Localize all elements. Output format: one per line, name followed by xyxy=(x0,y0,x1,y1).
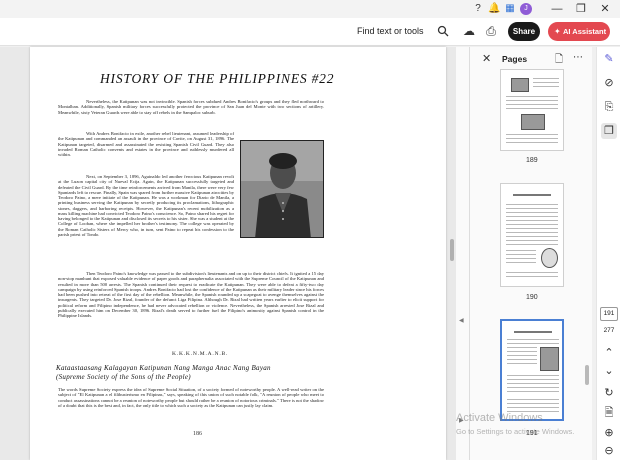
share-button[interactable]: Share xyxy=(508,22,540,41)
document-scrollbar-thumb[interactable] xyxy=(450,239,454,261)
minimize-icon[interactable]: — xyxy=(550,2,564,16)
current-page-input[interactable]: 191 xyxy=(600,307,618,321)
watermark-line-1: Activate Windows xyxy=(456,412,543,424)
activation-watermark: Activate Windows Go to Settings to activ… xyxy=(456,412,574,438)
paragraph-2: With Andres Bonifacio in exile, another … xyxy=(58,131,234,157)
upload-cloud-icon[interactable]: ☁ xyxy=(461,23,477,39)
pages-panel: ✕ Pages 🗋 ⋯ 189 190 191 xyxy=(469,47,592,460)
thumbnail-label-189: 189 xyxy=(526,157,538,164)
page-options-icon[interactable]: 🗋 xyxy=(555,52,563,69)
more-options-icon[interactable]: ⋯ xyxy=(573,52,583,63)
sparkle-icon: ✦ xyxy=(554,27,561,36)
window-title-bar: ? 🔔 ▦ J — ❐ ✕ xyxy=(0,0,620,18)
pages-panel-scrollbar-thumb[interactable] xyxy=(585,365,589,385)
thumbnail-image xyxy=(540,347,559,371)
search-icon[interactable] xyxy=(435,23,451,39)
find-text-label[interactable]: Find text or tools xyxy=(357,26,424,36)
thumbnail-seal-image xyxy=(541,248,558,268)
section-heading: K.K.K.N.M.A.N.B. xyxy=(172,351,229,357)
rotate-icon[interactable]: ↻ xyxy=(601,385,617,401)
subtitle-line-2: (Supreme Society of the Sons of the Peop… xyxy=(56,372,191,381)
document-page: HISTORY OF THE PHILIPPINES #22 Neverthel… xyxy=(30,47,446,460)
edit-tool-icon[interactable]: ✎ xyxy=(601,51,617,67)
collapse-left-arrow-icon[interactable]: ◀ xyxy=(459,317,464,324)
total-pages: 277 xyxy=(603,327,615,334)
thumbnail-image xyxy=(521,114,545,130)
bookmark-icon[interactable]: ⊘ xyxy=(601,75,617,91)
page-number: 186 xyxy=(193,431,202,437)
zoom-in-icon[interactable]: ⊕ xyxy=(601,425,617,441)
close-window-icon[interactable]: ✕ xyxy=(598,2,612,16)
thumbnail-image xyxy=(511,78,529,92)
pages-panel-scrollbar[interactable] xyxy=(584,47,591,460)
paragraph-4: Then Teodoro Paino's knowledge was passe… xyxy=(58,271,324,318)
panel-splitter[interactable]: ◀ ▶ xyxy=(456,47,469,460)
thumbnail-label-190: 190 xyxy=(526,294,538,301)
document-viewport[interactable]: HISTORY OF THE PHILIPPINES #22 Neverthel… xyxy=(0,47,456,460)
paragraph-1: Nevertheless, the Katipunan was not invi… xyxy=(58,99,324,115)
help-icon[interactable]: ? xyxy=(472,3,484,15)
print-icon[interactable]: ⎙ xyxy=(483,23,499,39)
pages-panel-title: Pages xyxy=(502,54,528,64)
section-subtitle: Kataastaasang Kalagayan Katipunan Nang M… xyxy=(56,364,271,381)
main-toolbar: Find text or tools ☁ ⎙ Share ✦ AI Assist… xyxy=(0,18,620,46)
watermark-line-2: Go to Settings to activate Windows. xyxy=(456,427,575,436)
page-down-icon[interactable]: ⌄ xyxy=(601,363,617,379)
paragraph-5: The words Supreme Society express the id… xyxy=(58,387,324,408)
close-panel-icon[interactable]: ✕ xyxy=(482,52,491,65)
right-tool-rail: ✎ ⊘ ⎘ ❐ 191 277 ⌃ ⌄ ↻ 🗎 ⊕ ⊖ xyxy=(596,47,620,460)
paragraph-3: Next, on September 3, 1896, Aguinaldo le… xyxy=(58,174,234,237)
notifications-bell-icon[interactable]: 🔔 xyxy=(488,3,500,15)
ai-assistant-button[interactable]: ✦ AI Assistant xyxy=(548,22,610,41)
subtitle-line-1: Kataastaasang Kalagayan Katipunan Nang M… xyxy=(56,364,271,372)
attachments-icon[interactable]: ⎘ xyxy=(601,99,617,115)
pages-panel-icon[interactable]: ❐ xyxy=(601,123,617,139)
restore-icon[interactable]: ❐ xyxy=(574,2,588,16)
zoom-out-icon[interactable]: ⊖ xyxy=(601,443,617,459)
apps-grid-icon[interactable]: ▦ xyxy=(504,3,516,15)
ai-assistant-label: AI Assistant xyxy=(563,27,607,36)
user-avatar[interactable]: J xyxy=(520,3,532,15)
page-thumbnail-191[interactable] xyxy=(500,319,564,421)
document-scrollbar[interactable] xyxy=(449,47,456,460)
page-thumbnail-189[interactable] xyxy=(500,69,564,151)
page-up-icon[interactable]: ⌃ xyxy=(601,345,617,361)
page-title: HISTORY OF THE PHILIPPINES #22 xyxy=(100,71,335,86)
page-thumbnail-190[interactable] xyxy=(500,183,564,287)
document-properties-icon[interactable]: 🗎 xyxy=(601,405,617,421)
portrait-photo xyxy=(240,140,324,238)
